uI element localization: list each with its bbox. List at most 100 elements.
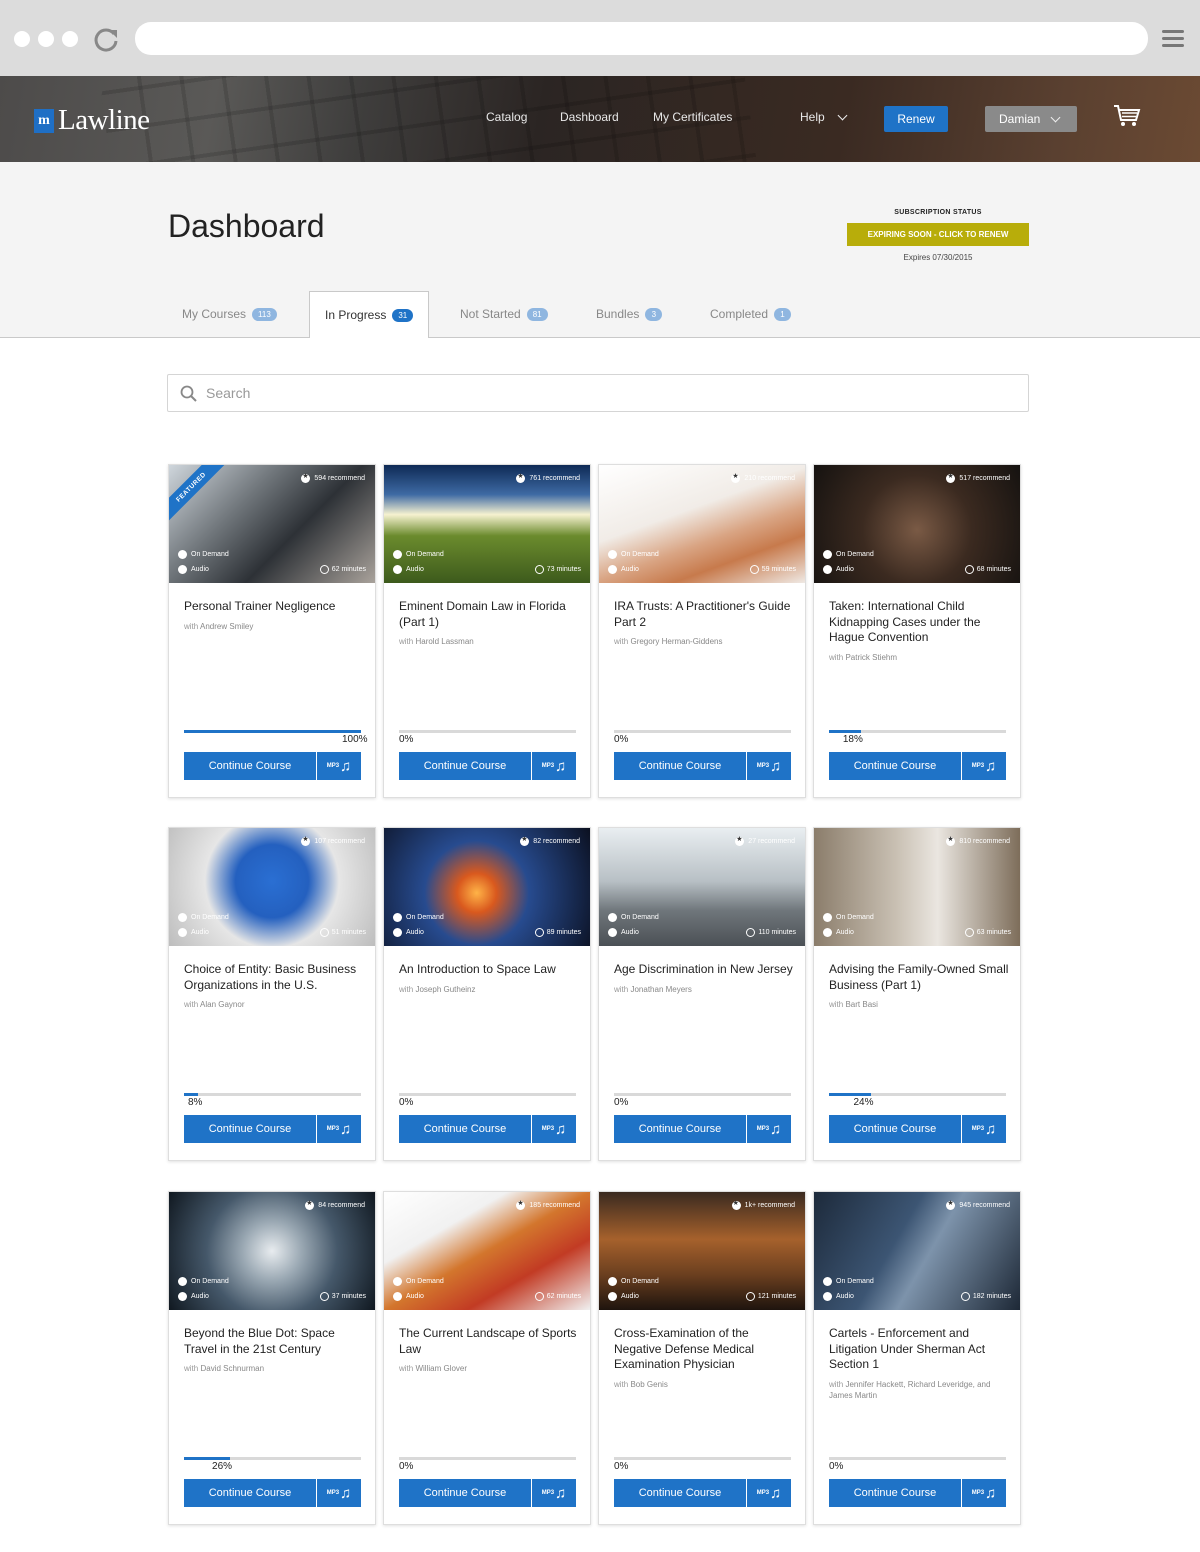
search-input[interactable] [206,385,1006,401]
course-title[interactable]: The Current Landscape of Sports Law [399,1326,579,1357]
renew-button[interactable]: Renew [884,106,948,132]
course-thumbnail[interactable]: 107 recommend On Demand Audio 51 minutes [169,828,375,946]
mp3-download-button[interactable]: MP3 ♫ [747,752,791,780]
course-card[interactable]: 107 recommend On Demand Audio 51 minutes… [168,827,376,1161]
course-title[interactable]: IRA Trusts: A Practitioner's Guide Part … [614,599,794,630]
course-actions: Continue Course MP3 ♫ [829,752,1006,780]
mp3-download-button[interactable]: MP3 ♫ [962,752,1006,780]
duration: 59 minutes [749,565,796,574]
continue-course-button[interactable]: Continue Course [829,752,962,780]
course-card[interactable]: 27 recommend On Demand Audio 110 minutes… [598,827,806,1161]
tab-not-started[interactable]: Not Started 81 [460,307,548,321]
mp3-download-button[interactable]: MP3 ♫ [317,752,361,780]
course-thumbnail[interactable]: 761 recommend On Demand Audio 73 minutes [384,465,590,583]
continue-course-button[interactable]: Continue Course [829,1479,962,1507]
mp3-download-button[interactable]: MP3 ♫ [747,1115,791,1143]
course-title[interactable]: Choice of Entity: Basic Business Organiz… [184,962,364,993]
course-thumbnail[interactable]: 185 recommend On Demand Audio 62 minutes [384,1192,590,1310]
mp3-download-button[interactable]: MP3 ♫ [747,1479,791,1507]
author-name: Andrew Smiley [200,621,254,631]
audio-label: Audio [406,1293,424,1300]
course-thumbnail[interactable]: 945 recommend On Demand Audio 182 minute… [814,1192,1020,1310]
course-title[interactable]: Age Discrimination in New Jersey [614,962,794,978]
continue-course-button[interactable]: Continue Course [184,1115,317,1143]
course-thumbnail[interactable]: 84 recommend On Demand Audio 37 minutes [169,1192,375,1310]
course-card[interactable]: 945 recommend On Demand Audio 182 minute… [813,1191,1021,1525]
continue-course-button[interactable]: Continue Course [829,1115,962,1143]
count-badge: 31 [392,308,414,322]
course-title[interactable]: Cartels - Enforcement and Litigation Und… [829,1326,1009,1373]
tab-label: Bundles [596,307,640,321]
course-card[interactable]: 82 recommend On Demand Audio 89 minutes … [383,827,591,1161]
window-maximize-dot[interactable] [62,31,78,47]
course-card[interactable]: 210 recommend On Demand Audio 59 minutes… [598,464,806,798]
continue-course-button[interactable]: Continue Course [614,1479,747,1507]
tab-label: My Courses [182,307,247,321]
recommend-label: 210 recommend [744,475,795,482]
course-thumbnail[interactable]: 810 recommend On Demand Audio 63 minutes [814,828,1020,946]
nav-help[interactable]: Help [800,110,848,124]
course-thumbnail[interactable]: 517 recommend On Demand Audio 68 minutes [814,465,1020,583]
mp3-download-button[interactable]: MP3 ♫ [532,1115,576,1143]
address-bar[interactable] [135,22,1148,55]
course-title[interactable]: Personal Trainer Negligence [184,599,364,615]
tab-my-courses[interactable]: My Courses 113 [182,307,277,321]
mp3-download-button[interactable]: MP3 ♫ [317,1479,361,1507]
course-thumbnail[interactable]: FEATURED 594 recommend On Demand Audio 6… [169,465,375,583]
tab-completed[interactable]: Completed 1 [710,307,792,321]
window-close-dot[interactable] [14,31,30,47]
course-card[interactable]: 84 recommend On Demand Audio 37 minutes … [168,1191,376,1525]
course-card[interactable]: FEATURED 594 recommend On Demand Audio 6… [168,464,376,798]
course-title[interactable]: An Introduction to Space Law [399,962,579,978]
lawline-logo[interactable]: m Lawline [34,104,150,137]
course-title[interactable]: Eminent Domain Law in Florida (Part 1) [399,599,579,630]
mp3-download-button[interactable]: MP3 ♫ [532,752,576,780]
continue-course-button[interactable]: Continue Course [184,752,317,780]
course-thumbnail[interactable]: 82 recommend On Demand Audio 89 minutes [384,828,590,946]
tab-bundles[interactable]: Bundles 3 [596,307,663,321]
continue-course-button[interactable]: Continue Course [614,1115,747,1143]
expiring-renew-button[interactable]: EXPIRING SOON - CLICK TO RENEW [847,223,1029,246]
nav-my-certificates[interactable]: My Certificates [653,110,732,124]
course-thumbnail[interactable]: 210 recommend On Demand Audio 59 minutes [599,465,805,583]
progress-percent: 26% [212,1461,233,1472]
course-title[interactable]: Advising the Family-Owned Small Business… [829,962,1009,993]
course-title[interactable]: Beyond the Blue Dot: Space Travel in the… [184,1326,364,1357]
course-thumbnail[interactable]: 27 recommend On Demand Audio 110 minutes [599,828,805,946]
mp3-download-button[interactable]: MP3 ♫ [317,1115,361,1143]
nav-dashboard[interactable]: Dashboard [560,110,619,124]
clock-icon [319,1292,329,1301]
clock-icon [534,1292,544,1301]
continue-course-button[interactable]: Continue Course [399,1115,532,1143]
mp3-download-button[interactable]: MP3 ♫ [962,1115,1006,1143]
continue-course-button[interactable]: Continue Course [184,1479,317,1507]
search-box[interactable] [167,374,1029,412]
reload-icon[interactable] [92,26,120,54]
course-card[interactable]: 517 recommend On Demand Audio 68 minutes… [813,464,1021,798]
course-card[interactable]: 185 recommend On Demand Audio 62 minutes… [383,1191,591,1525]
author-name: Jonathan Meyers [630,984,692,994]
continue-course-button[interactable]: Continue Course [399,752,532,780]
course-title[interactable]: Taken: International Child Kidnapping Ca… [829,599,1009,646]
course-thumbnail[interactable]: 1k+ recommend On Demand Audio 121 minute… [599,1192,805,1310]
mp3-download-button[interactable]: MP3 ♫ [532,1479,576,1507]
window-minimize-dot[interactable] [38,31,54,47]
hamburger-menu-icon[interactable] [1162,30,1184,51]
user-menu-button[interactable]: Damian [985,106,1077,132]
course-card[interactable]: 761 recommend On Demand Audio 73 minutes… [383,464,591,798]
nav-catalog[interactable]: Catalog [486,110,527,124]
course-title[interactable]: Cross-Examination of the Negative Defens… [614,1326,794,1373]
duration-label: 121 minutes [757,1293,796,1300]
continue-course-button[interactable]: Continue Course [614,752,747,780]
on-demand-tag: On Demand [823,550,874,559]
tab-in-progress[interactable]: In Progress 31 [309,291,430,338]
progress-bar [184,730,361,733]
shopping-cart-icon[interactable] [1113,104,1141,128]
on-demand-label: On Demand [621,1278,659,1285]
course-card[interactable]: 810 recommend On Demand Audio 63 minutes… [813,827,1021,1161]
course-card[interactable]: 1k+ recommend On Demand Audio 121 minute… [598,1191,806,1525]
mp3-download-button[interactable]: MP3 ♫ [962,1479,1006,1507]
music-note-icon: ♫ [340,757,352,775]
continue-course-button[interactable]: Continue Course [399,1479,532,1507]
audio-icon [393,1292,402,1301]
